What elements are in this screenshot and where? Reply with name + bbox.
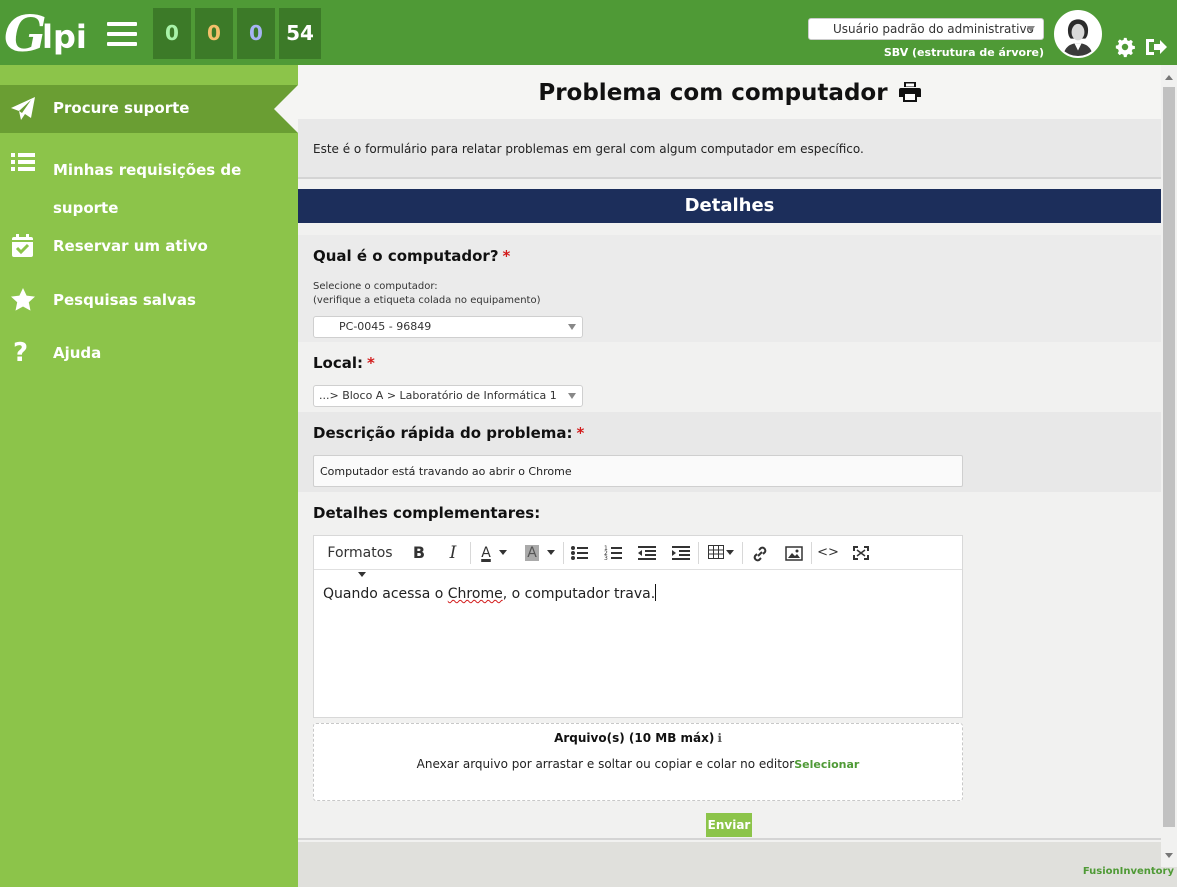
chevron-down-icon (568, 324, 576, 330)
editor-toolbar: Formatos B I A A 1 2 3 <> (314, 536, 962, 577)
text-cursor (655, 584, 657, 601)
bold-icon[interactable]: B (408, 542, 430, 564)
scroll-up-icon[interactable] (1165, 75, 1173, 80)
page-title: Problema com computador (538, 80, 888, 106)
logout-icon[interactable] (1144, 36, 1168, 58)
sidebar-item-label: Ajuda (53, 344, 102, 362)
field-label: Qual é o computador? * (313, 247, 511, 265)
sidebar-item-label: Procure suporte (53, 99, 190, 117)
italic-icon[interactable]: I (442, 542, 464, 564)
formats-dropdown[interactable]: Formatos (323, 542, 397, 577)
bullet-list-icon[interactable] (570, 542, 588, 564)
svg-text:?: ? (13, 339, 28, 365)
required-mark: * (367, 354, 375, 372)
submit-button[interactable]: Enviar (706, 813, 752, 837)
svg-text:3: 3 (604, 555, 608, 562)
field-label: Detalhes complementares: (313, 504, 541, 522)
menu-toggle-icon[interactable] (107, 22, 137, 48)
scroll-down-icon[interactable] (1165, 853, 1173, 858)
title-bar: Problema com computador (298, 65, 1161, 119)
toolbar-divider (470, 542, 471, 564)
numbered-list-icon[interactable]: 1 2 3 (604, 542, 622, 564)
scroll-thumb[interactable] (1163, 87, 1175, 827)
logo-text: lpi (42, 18, 87, 56)
question-icon: ? (13, 339, 28, 365)
profile-select[interactable]: Usuário padrão do administrativo (808, 18, 1044, 40)
field-summary: Descrição rápida do problema: * (298, 412, 1161, 492)
section-header: Detalhes (298, 189, 1161, 223)
source-code-icon[interactable]: <> (817, 542, 839, 564)
sidebar-item-search-support[interactable]: Procure suporte (0, 85, 298, 133)
dropzone-title: Arquivo(s) (10 MB máx) ℹ (554, 731, 722, 745)
top-header: G lpi 0 0 0 54 Usuário padrão do adminis… (0, 0, 1177, 65)
toolbar-divider (742, 542, 743, 564)
sidebar-item-label: Pesquisas salvas (53, 291, 196, 309)
sidebar-item-label: Reservar um ativo (53, 237, 208, 255)
field-details: Detalhes complementares: Formatos B I A … (298, 492, 1161, 812)
info-icon[interactable]: ℹ (717, 731, 722, 745)
profile-select-value: Usuário padrão do administrativo (833, 22, 1034, 36)
dropzone-text: Anexar arquivo por arrastar e soltar ou … (416, 757, 860, 771)
required-mark: * (576, 424, 585, 442)
rich-text-editor[interactable]: Formatos B I A A 1 2 3 <> Quando acessa … (313, 535, 963, 718)
footer-area (298, 842, 1161, 887)
select-file-link[interactable]: Selecionar (794, 758, 859, 771)
chevron-down-icon (1027, 26, 1035, 32)
sidebar-item-saved-searches[interactable]: Pesquisas salvas (0, 285, 298, 315)
scrollbar[interactable] (1161, 65, 1177, 867)
user-avatar[interactable] (1054, 10, 1102, 58)
outdent-icon[interactable] (638, 542, 656, 564)
submit-row: Enviar (298, 812, 1161, 840)
form-description: Este é o formulário para relatar problem… (298, 119, 1161, 179)
computer-select-value: PC-0045 - 96849 (339, 320, 432, 333)
file-dropzone[interactable]: Arquivo(s) (10 MB máx) ℹ Anexar arquivo p… (313, 723, 963, 801)
user-avatar-icon (1056, 12, 1100, 56)
toolbar-divider (563, 542, 564, 564)
counter-total[interactable]: 54 (279, 8, 321, 59)
toolbar-divider (698, 542, 699, 564)
paper-plane-icon (11, 97, 35, 120)
required-mark: * (502, 247, 511, 265)
field-location: Local: * ...> Bloco A > Laboratório de In… (298, 342, 1161, 412)
location-select[interactable]: ...> Bloco A > Laboratório de Informátic… (313, 385, 583, 407)
list-icon (11, 153, 35, 171)
entity-link[interactable]: SBV (estrutura de árvore) (884, 46, 1044, 59)
sidebar-item-my-tickets[interactable]: Minhas requisições de suporte (0, 145, 298, 225)
editor-content[interactable]: Quando acessa o Chrome, o computador tra… (323, 584, 657, 602)
background-color-icon[interactable]: A (520, 542, 560, 564)
link-icon[interactable] (751, 542, 769, 564)
sidebar-item-label: Minhas requisições de suporte (53, 161, 242, 217)
logo-letter: G (4, 4, 47, 63)
text-color-icon[interactable]: A (474, 542, 514, 564)
computer-select[interactable]: PC-0045 - 96849 (313, 316, 583, 338)
calendar-check-icon (12, 234, 33, 257)
field-hint: Selecione o computador: (verifique a eti… (313, 281, 541, 306)
location-select-value: ...> Bloco A > Laboratório de Informátic… (319, 389, 557, 402)
counter-processing[interactable]: 0 (195, 8, 233, 59)
image-icon[interactable] (785, 542, 803, 564)
counter-new[interactable]: 0 (153, 8, 191, 59)
star-icon (11, 288, 35, 311)
description-text: Este é o formulário para relatar problem… (313, 142, 864, 156)
toolbar-divider (811, 542, 812, 564)
glpi-logo[interactable]: G lpi (4, 4, 96, 63)
field-computer: Qual é o computador? * Selecione o comput… (298, 235, 1161, 342)
sidebar-item-help[interactable]: ? Ajuda (0, 339, 298, 369)
field-label: Descrição rápida do problema: * (313, 424, 585, 442)
print-icon[interactable] (898, 82, 921, 102)
indent-icon[interactable] (672, 542, 690, 564)
sidebar-item-reserve-asset[interactable]: Reservar um ativo (0, 231, 298, 261)
sidebar: Procure suporte Minhas requisições de su… (0, 65, 298, 887)
gear-icon[interactable] (1114, 36, 1136, 58)
fusioninventory-link[interactable]: FusionInventory (1083, 866, 1174, 877)
counter-pending[interactable]: 0 (237, 8, 275, 59)
field-label: Local: * (313, 354, 375, 372)
chevron-down-icon (568, 393, 576, 399)
table-icon[interactable] (704, 542, 738, 564)
active-item-indicator (274, 85, 298, 133)
summary-input[interactable] (313, 455, 963, 487)
fullscreen-icon[interactable] (852, 542, 870, 564)
main-content: Problema com computador Este é o formulá… (298, 65, 1161, 887)
